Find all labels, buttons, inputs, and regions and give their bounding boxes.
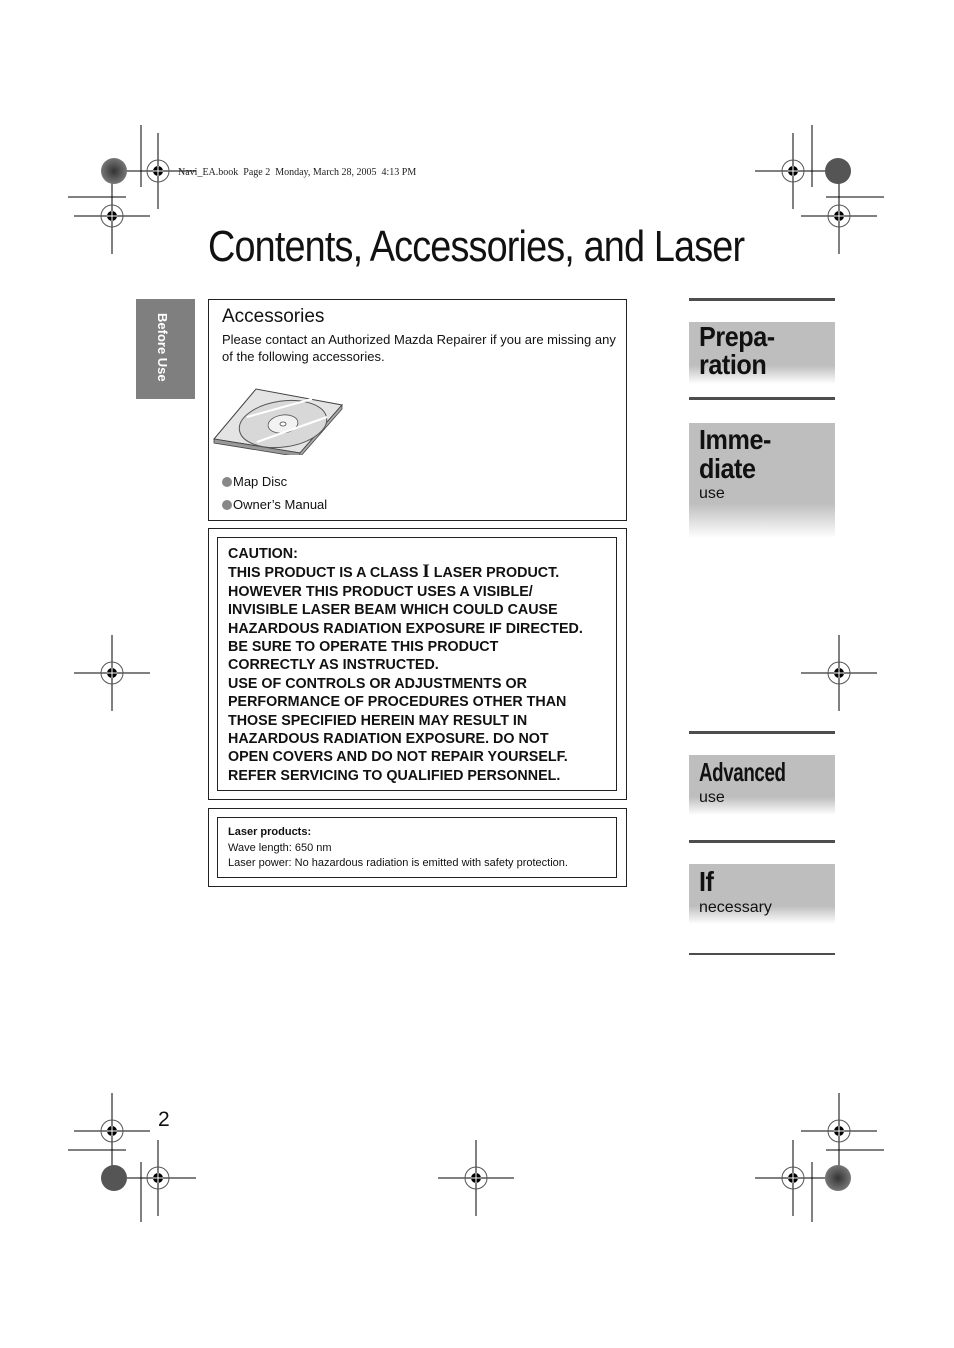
bullet-icon xyxy=(222,476,232,487)
side-tab-label: Before Use xyxy=(155,313,170,382)
accessory-item: Map Disc xyxy=(222,474,287,489)
crosshair-mark-icon xyxy=(754,1139,832,1217)
side-tab: Before Use xyxy=(136,299,195,399)
accessories-description: Please contact an Authorized Mazda Repai… xyxy=(222,332,616,364)
section-divider xyxy=(689,953,835,955)
laser-inner-box: Laser products: Wave length: 650 nm Lase… xyxy=(217,817,617,878)
crosshair-mark-icon xyxy=(119,1139,197,1217)
cd-case-icon xyxy=(213,388,343,455)
laser-box: Laser products: Wave length: 650 nm Lase… xyxy=(208,808,627,887)
laser-heading: Laser products: xyxy=(228,826,312,838)
caution-inner-box: CAUTION: THIS PRODUCT IS A CLASS I LASER… xyxy=(217,537,617,791)
laser-power: Laser power: No hazardous radiation is e… xyxy=(228,857,568,869)
color-dot-icon xyxy=(101,1165,127,1191)
crosshair-mark-icon xyxy=(73,1092,151,1170)
section-divider xyxy=(689,397,835,400)
crosshair-mark-icon xyxy=(800,177,878,255)
laser-wave-length: Wave length: 650 nm xyxy=(228,841,332,854)
crosshair-mark-icon xyxy=(754,132,832,210)
section-divider xyxy=(689,731,835,734)
bullet-icon xyxy=(222,499,232,510)
color-dot-icon xyxy=(825,158,851,184)
color-dot-icon xyxy=(101,158,127,184)
accessories-box: Accessories Please contact an Authorized… xyxy=(208,299,627,521)
section-tab-preparation[interactable]: Prepa- ration xyxy=(689,322,835,384)
caution-box: CAUTION: THIS PRODUCT IS A CLASS I LASER… xyxy=(208,528,627,800)
accessories-title: Accessories xyxy=(222,306,325,327)
section-divider xyxy=(689,840,835,843)
crosshair-mark-icon xyxy=(800,1092,878,1170)
crosshair-mark-icon xyxy=(73,634,151,712)
section-tab-advanced-use[interactable]: Advanced use xyxy=(689,755,835,815)
color-dot-icon xyxy=(825,1165,851,1191)
section-divider xyxy=(689,298,835,301)
section-tab-immediate-use[interactable]: Imme- diate use xyxy=(689,423,835,538)
header-stamp: Navi_EA.book Page 2 Monday, March 28, 20… xyxy=(178,167,417,178)
accessory-item: Owner’s Manual xyxy=(222,497,327,512)
caution-text: CAUTION: THIS PRODUCT IS A CLASS I LASER… xyxy=(228,546,583,784)
section-tab-if-necessary[interactable]: If necessary xyxy=(689,864,835,924)
crosshair-mark-icon xyxy=(437,1139,515,1217)
crosshair-mark-icon xyxy=(73,177,151,255)
page-number: 2 xyxy=(158,1108,170,1131)
crosshair-mark-icon xyxy=(800,634,878,712)
laser-text: Laser products: Wave length: 650 nm Lase… xyxy=(228,825,568,872)
page-title: Contents, Accessories, and Laser xyxy=(208,222,745,271)
